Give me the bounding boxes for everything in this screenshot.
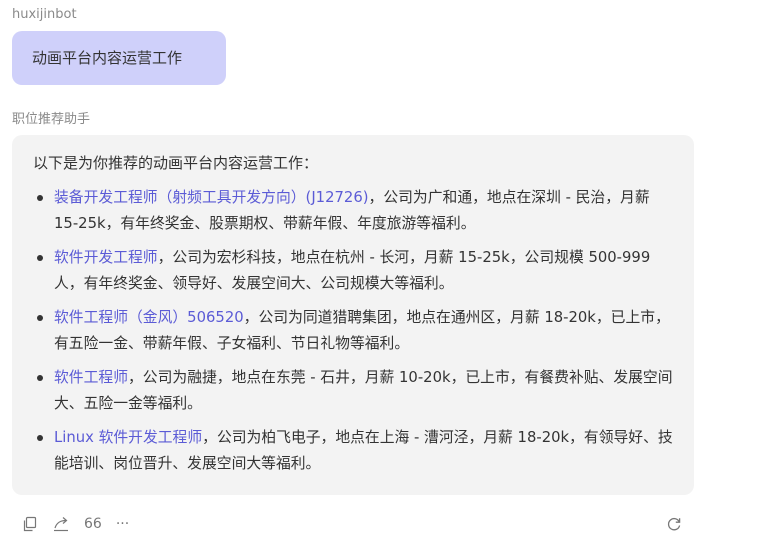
job-title-link[interactable]: Linux 软件开发工程师 [54, 429, 202, 446]
copy-button[interactable] [22, 512, 38, 536]
user-name: huxijinbot [12, 7, 77, 22]
list-item: 装备开发工程师（射频工具开发方向）(J12726)，公司为广和通，地点在深圳 -… [33, 185, 674, 237]
bullet-icon [37, 195, 43, 201]
share-icon [54, 517, 68, 532]
job-title-link[interactable]: 软件工程师（金风）506520 [54, 309, 244, 326]
job-recommendation-list: 装备开发工程师（射频工具开发方向）(J12726)，公司为广和通，地点在深圳 -… [33, 185, 674, 477]
list-item: 软件工程师（金风）506520，公司为同道猎聘集团，地点在通州区，月薪 18-2… [33, 305, 674, 357]
message-toolbar: 66 ··· [22, 512, 143, 536]
bullet-icon [37, 255, 43, 261]
job-title-link[interactable]: 装备开发工程师（射频工具开发方向）(J12726) [54, 189, 369, 206]
quote-button[interactable]: 66 [84, 512, 102, 536]
list-item: 软件开发工程师，公司为宏杉科技，地点在杭州 - 长河，月薪 15-25k，公司规… [33, 245, 674, 297]
user-message-bubble: 动画平台内容运营工作 [12, 31, 226, 85]
assistant-intro: 以下是为你推荐的动画平台内容运营工作： [33, 154, 319, 172]
list-item: Linux 软件开发工程师，公司为柏飞电子，地点在上海 - 漕河泾，月薪 18-… [33, 425, 674, 477]
copy-icon [23, 516, 37, 532]
bullet-icon [37, 375, 43, 381]
job-detail: ，公司为融捷，地点在东莞 - 石井，月薪 10-20k，已上市，有餐费补贴、发展… [54, 369, 673, 412]
job-title-link[interactable]: 软件工程师 [54, 369, 128, 386]
assistant-name: 职位推荐助手 [12, 112, 91, 127]
more-button[interactable]: ··· [116, 512, 129, 536]
assistant-message-bubble: 以下是为你推荐的动画平台内容运营工作： 装备开发工程师（射频工具开发方向）(J1… [12, 135, 694, 495]
regenerate-button[interactable] [663, 512, 685, 536]
list-item: 软件工程师，公司为融捷，地点在东莞 - 石井，月薪 10-20k，已上市，有餐费… [33, 365, 674, 417]
bullet-icon [37, 315, 43, 321]
bullet-icon [37, 435, 43, 441]
share-button[interactable] [52, 512, 70, 536]
job-title-link[interactable]: 软件开发工程师 [54, 249, 158, 266]
chat-page: huxijinbot 动画平台内容运营工作 职位推荐助手 以下是为你推荐的动画平… [0, 0, 759, 552]
regenerate-icon [667, 518, 681, 531]
